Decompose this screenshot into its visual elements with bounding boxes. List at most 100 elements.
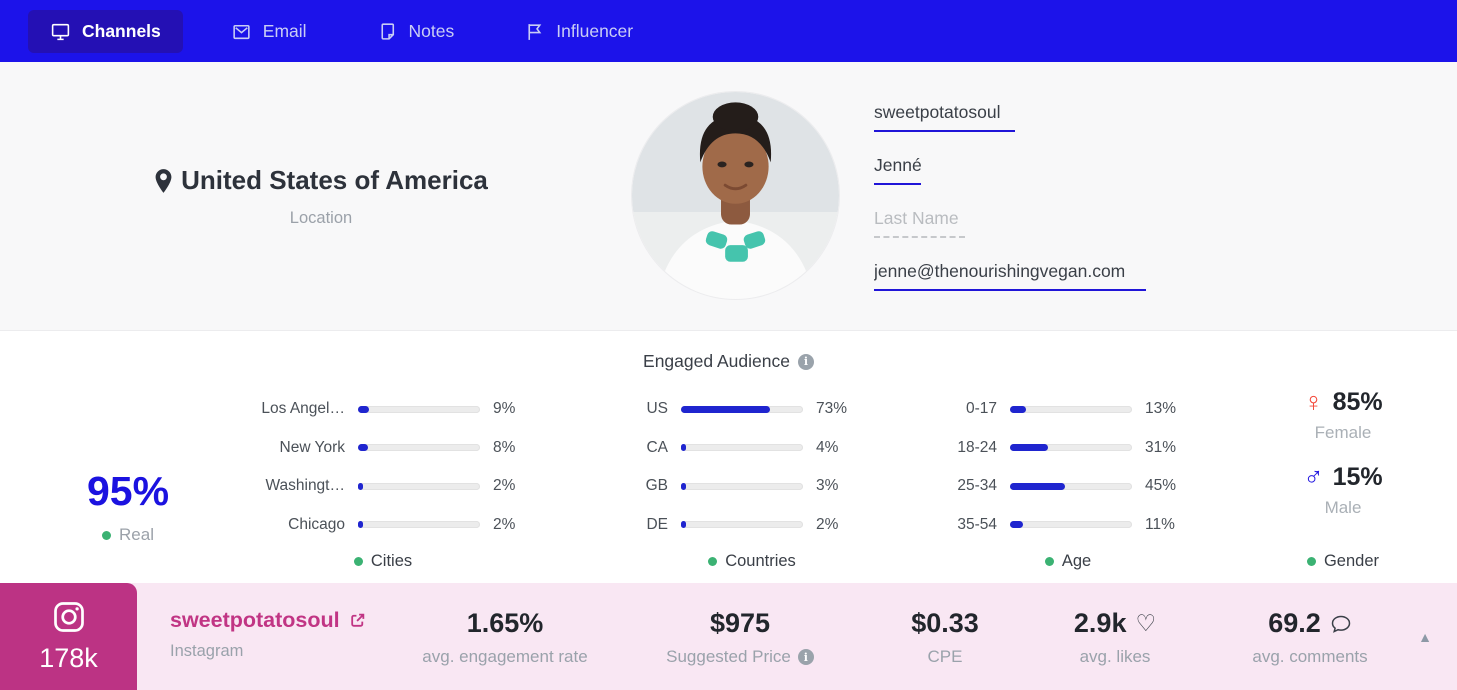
email-input[interactable] [874, 261, 1146, 291]
bar-label: New York [228, 439, 358, 457]
bar-fill [681, 483, 686, 490]
tab-label: Notes [409, 21, 455, 42]
green-dot-icon [708, 557, 717, 566]
cities-chart: Los Angel…9%New York8%Washingt…2%Chicago… [228, 372, 538, 583]
male-percentage: 15% [1333, 463, 1383, 492]
bar-label: Washingt… [228, 477, 358, 495]
bar-value: 45% [1132, 477, 1176, 495]
tab-influencer[interactable]: Influencer [502, 10, 655, 53]
tab-label: Influencer [556, 21, 633, 42]
male-stat: ♂ 15% Male [1257, 463, 1429, 518]
male-label: Male [1257, 498, 1429, 518]
bar-track [358, 483, 480, 490]
external-link-icon [349, 612, 366, 629]
bar-label: 25-34 [948, 477, 1010, 495]
first-name-input[interactable] [874, 155, 921, 185]
avatar [632, 62, 839, 299]
bar-track [681, 483, 803, 490]
last-name-input[interactable] [874, 208, 965, 238]
bar-fill [1010, 406, 1026, 413]
location-pin-icon [154, 168, 173, 194]
bar-row-chicago: Chicago 2% [228, 506, 538, 545]
bar-row-de: DE 2% [636, 506, 868, 545]
tab-label: Channels [82, 21, 161, 42]
bar-row-35-54: 35-54 11% [948, 506, 1188, 545]
bar-track [358, 521, 480, 528]
female-stat: ♀ 85% Female [1257, 388, 1429, 443]
bar-row-washingt-: Washingt…2% [228, 467, 538, 506]
instagram-channel-tile[interactable]: 178k [0, 583, 137, 690]
channel-username-block: sweetpotatosoul Instagram [170, 583, 400, 690]
contact-form [874, 62, 1146, 314]
channel-username-link[interactable]: sweetpotatosoul [170, 608, 400, 633]
bar-track [681, 406, 803, 413]
green-dot-icon [354, 557, 363, 566]
real-percentage: 95% [28, 468, 228, 515]
collapse-area: ▲ [1410, 583, 1457, 690]
suggested-price-stat: $975 Suggested Price i [610, 583, 870, 690]
bar-value: 13% [1132, 400, 1176, 418]
info-icon[interactable]: i [798, 354, 814, 370]
tab-notes[interactable]: Notes [355, 10, 477, 53]
bar-value: 3% [803, 477, 838, 495]
bar-label: 0-17 [948, 400, 1010, 418]
engagement-rate-value: 1.65% [400, 608, 610, 639]
bar-label: US [636, 400, 681, 418]
tab-label: Email [263, 21, 307, 42]
username-input[interactable] [874, 102, 1015, 132]
gender-kpi: ♀ 85% Female ♂ 15% Male Gender [1257, 372, 1429, 583]
engaged-audience-section: Engaged Audience i 95% Real Los Angel…9%… [0, 331, 1457, 583]
heart-icon: ♡ [1135, 610, 1156, 637]
bar-row-0-17: 0-17 13% [948, 390, 1188, 429]
bar-fill [1010, 521, 1023, 528]
age-chart: 0-1713%18-2431%25-3445%35-5411% Age [948, 372, 1188, 583]
female-percentage: 85% [1333, 388, 1383, 417]
avatar-photo [632, 92, 839, 299]
bar-value: 4% [803, 439, 838, 457]
note-icon [377, 21, 398, 42]
location-block: United States of America Location [60, 62, 582, 228]
bar-fill [358, 521, 363, 528]
suggested-price-value: $975 [610, 608, 870, 639]
bar-row-25-34: 25-34 45% [948, 467, 1188, 506]
location-value: United States of America [181, 165, 488, 196]
bar-fill [681, 444, 686, 451]
bar-value: 2% [480, 516, 515, 534]
bar-fill [681, 521, 686, 528]
real-label: Real [119, 525, 154, 545]
bar-label: 35-54 [948, 516, 1010, 534]
bar-fill [358, 444, 368, 451]
tab-channels[interactable]: Channels [28, 10, 183, 53]
green-dot-icon [1045, 557, 1054, 566]
bar-track [681, 521, 803, 528]
bar-row-los-angel-: Los Angel… 9% [228, 390, 538, 429]
bar-value: 11% [1132, 516, 1175, 534]
bar-fill [1010, 444, 1048, 451]
top-nav: Channels Email Notes Influencer [0, 0, 1457, 62]
collapse-panel-button[interactable]: ▲ [1418, 629, 1432, 645]
bar-track [681, 444, 803, 451]
bar-value: 73% [803, 400, 847, 418]
avg-comments-stat: 69.2 avg. comments [1210, 583, 1410, 690]
female-icon: ♀ [1303, 389, 1323, 416]
bar-label: 18-24 [948, 439, 1010, 457]
bar-value: 8% [480, 439, 515, 457]
bar-track [1010, 483, 1132, 490]
bar-label: Los Angel… [228, 400, 358, 418]
bar-value: 2% [803, 516, 838, 534]
bar-value: 9% [480, 400, 515, 418]
bar-label: DE [636, 516, 681, 534]
cpe-stat: $0.33 CPE [870, 583, 1020, 690]
gender-legend: Gender [1257, 552, 1429, 571]
engagement-rate-stat: 1.65% avg. engagement rate [400, 583, 610, 690]
bar-row-new-york: New York 8% [228, 429, 538, 468]
avg-comments-label: avg. comments [1252, 647, 1367, 667]
info-icon[interactable]: i [798, 649, 814, 665]
envelope-icon [231, 21, 252, 42]
flag-icon [524, 21, 545, 42]
legend-label: Countries [725, 552, 796, 571]
bar-track [358, 444, 480, 451]
legend-label: Gender [1324, 552, 1379, 571]
tab-email[interactable]: Email [209, 10, 329, 53]
bar-label: Chicago [228, 516, 358, 534]
